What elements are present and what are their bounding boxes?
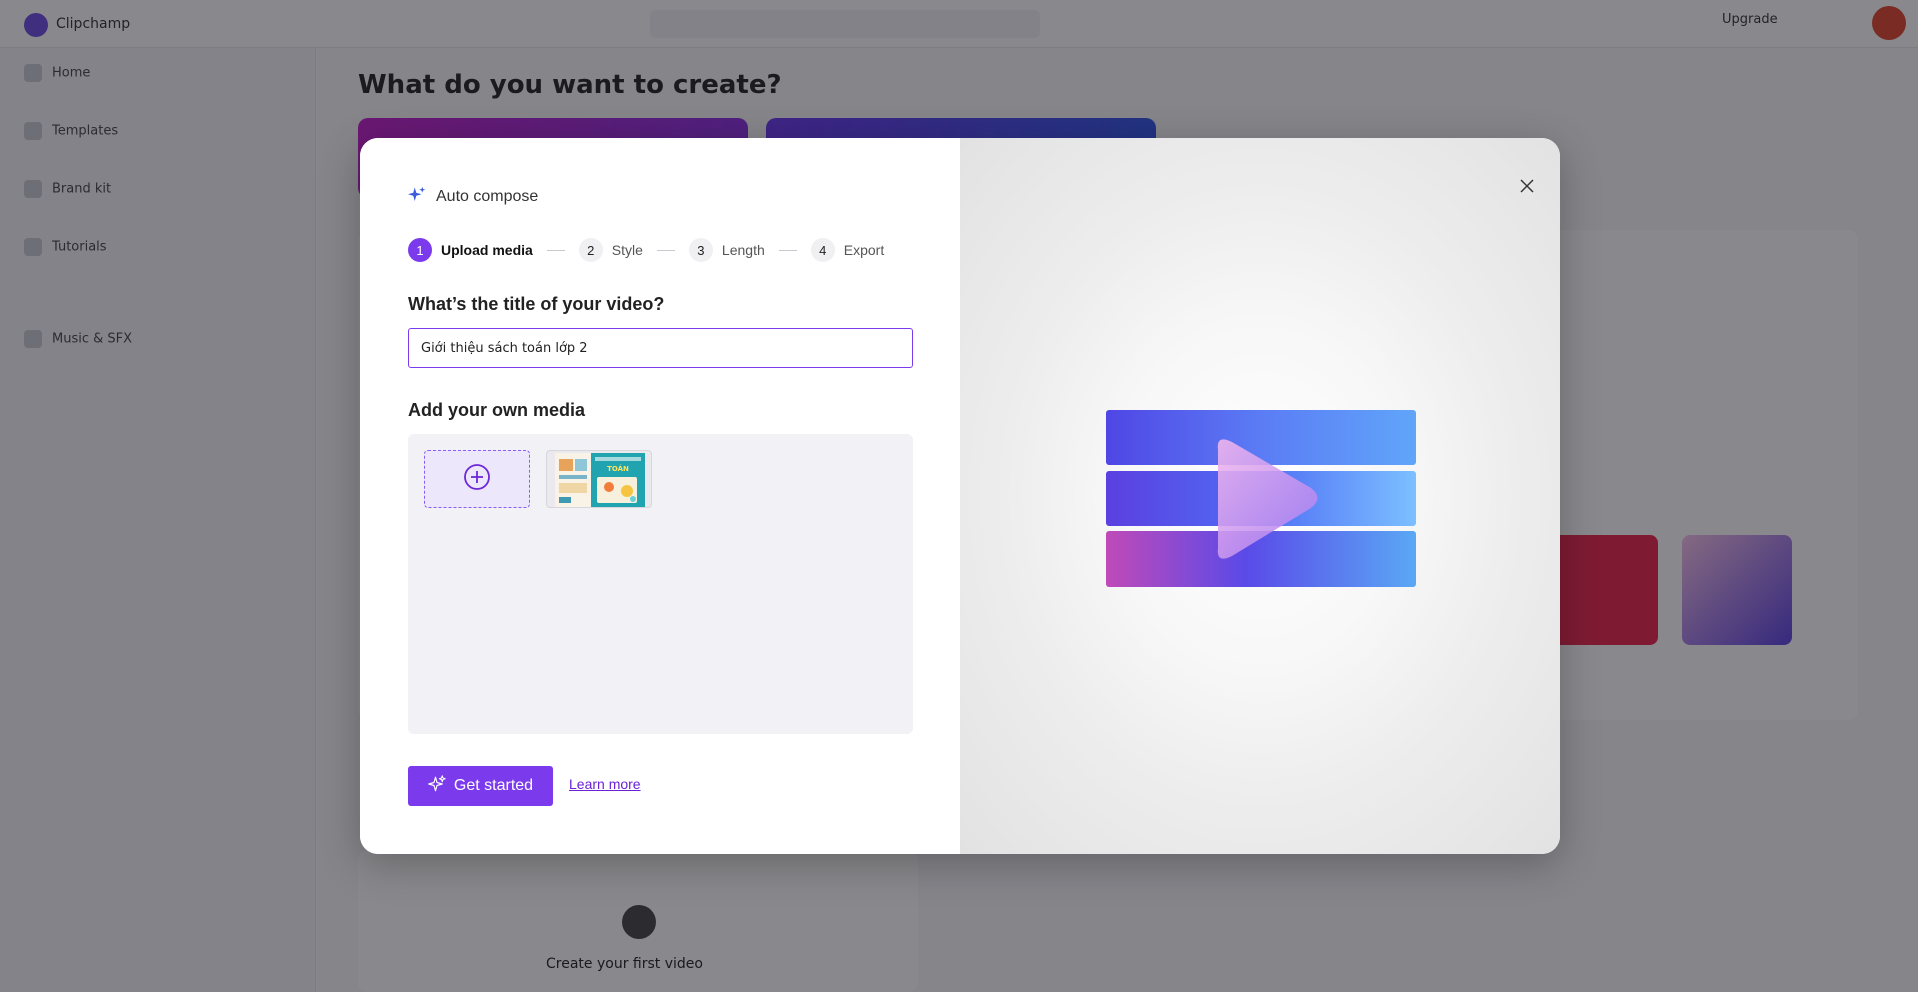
dialog-title: Auto compose: [436, 188, 539, 205]
step-upload-media: 1 Upload media: [408, 238, 533, 262]
step-number: 2: [578, 238, 603, 262]
step-length: 3 Length: [688, 238, 765, 262]
add-circle-icon: [463, 463, 491, 495]
close-button[interactable]: [1510, 170, 1544, 204]
close-icon: [1520, 178, 1534, 197]
video-title-input[interactable]: [408, 328, 913, 368]
step-export: 4 Export: [810, 238, 885, 262]
step-label: Upload media: [441, 242, 533, 258]
get-started-button[interactable]: Get started: [408, 766, 553, 806]
step-style: 2 Style: [578, 238, 643, 262]
dialog-form-pane: Auto compose 1 Upload media 2 Style 3 Le…: [360, 138, 960, 854]
media-thumb-title: TOÁN: [607, 464, 629, 473]
step-number: 1: [408, 238, 432, 262]
video-title-heading: What’s the title of your video?: [408, 294, 665, 314]
step-divider: [778, 249, 797, 251]
video-play-illustration: [1106, 410, 1416, 588]
uploaded-media-thumbnail[interactable]: TOÁN: [546, 450, 652, 508]
step-divider: [656, 249, 675, 251]
sparkle-icon: [428, 774, 446, 798]
learn-more-link[interactable]: Learn more: [569, 776, 641, 792]
sparkle-icon: [408, 186, 426, 208]
media-dropzone[interactable]: TOÁN: [408, 434, 913, 734]
step-divider: [546, 249, 565, 251]
auto-compose-dialog: Auto compose 1 Upload media 2 Style 3 Le…: [360, 138, 1560, 854]
step-number: 3: [688, 238, 713, 262]
step-label: Export: [843, 242, 885, 258]
add-media-heading: Add your own media: [408, 400, 586, 420]
get-started-label: Get started: [453, 777, 534, 794]
step-number: 4: [810, 238, 835, 262]
step-indicator: 1 Upload media 2 Style 3 Length 4 Export: [408, 238, 884, 262]
step-label: Style: [611, 242, 643, 258]
dialog-header: Auto compose: [408, 186, 538, 208]
step-label: Length: [721, 242, 765, 258]
add-media-button[interactable]: [424, 450, 530, 508]
